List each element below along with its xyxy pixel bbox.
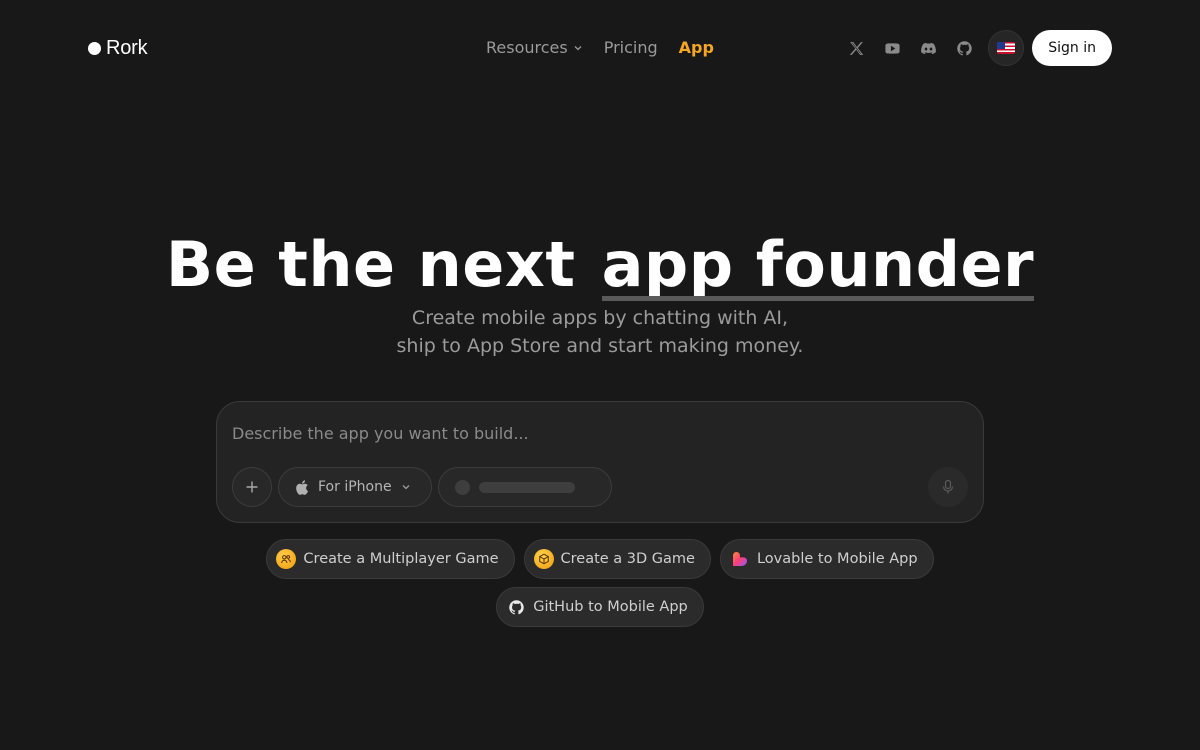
lovable-heart-icon [730,549,750,569]
hero-subtitle-line2: ship to App Store and start making money… [396,335,804,357]
main-nav: Resources Pricing App [486,38,714,57]
discord-icon [920,42,936,54]
prompt-input[interactable] [232,424,932,443]
github-icon [956,40,972,55]
microphone-button[interactable] [928,467,968,507]
suggestion-row-1: Create a Multiplayer Game Create a 3D Ga… [0,539,1200,579]
platform-label: For iPhone [318,479,392,495]
multiplayer-icon [276,549,297,569]
header-actions: Sign in [838,30,1112,66]
page: Rork Resources Pricing App Sign in Be th… [0,0,1200,750]
header: Rork Resources Pricing App Sign in [88,30,1112,66]
hero-title-highlight: app founder [601,228,1035,301]
youtube-link[interactable] [874,30,910,66]
language-selector[interactable] [988,30,1025,66]
logo-text: Rork [106,37,148,59]
platform-selector[interactable]: For iPhone [278,467,432,507]
hero-subtitle-line1: Create mobile apps by chatting with AI, [411,307,789,329]
hero-title: Be the next app founder [0,228,1200,301]
suggestion-github-to-mobile[interactable]: GitHub to Mobile App [496,587,704,627]
suggestion-label: Create a 3D Game [560,551,695,567]
logo-dot-icon [88,42,101,55]
suggestion-3d-game[interactable]: Create a 3D Game [523,539,711,579]
nav-resources[interactable]: Resources [486,38,583,57]
youtube-icon [885,42,900,54]
github-link[interactable] [946,30,982,66]
plus-icon [246,481,258,493]
suggestion-label: Create a Multiplayer Game [303,551,499,567]
suggestion-multiplayer-game[interactable]: Create a Multiplayer Game [266,539,515,579]
model-placeholder-bar [479,482,575,493]
suggestion-label: GitHub to Mobile App [533,599,688,615]
sign-in-button[interactable]: Sign in [1032,30,1112,66]
model-selector[interactable] [438,467,612,507]
suggestion-label: Lovable to Mobile App [756,551,918,567]
x-link[interactable] [838,30,874,66]
microphone-icon [942,479,954,494]
suggestion-lovable-to-mobile[interactable]: Lovable to Mobile App [719,539,934,579]
suggestion-row-2: GitHub to Mobile App [0,587,1200,627]
us-flag-icon [997,42,1016,54]
attach-button[interactable] [232,467,272,507]
chevron-down-icon [402,485,410,490]
github-icon [506,597,526,617]
cube-icon [533,549,554,569]
chevron-down-icon [574,45,582,50]
nav-resources-label: Resources [486,38,568,57]
nav-app[interactable]: App [679,38,714,57]
logo[interactable]: Rork [88,37,148,60]
hero-title-lead: Be the next [165,228,576,301]
model-placeholder-dot [455,480,470,495]
nav-pricing[interactable]: Pricing [604,38,658,57]
prompt-box: For iPhone [216,401,984,523]
apple-icon [296,479,309,495]
x-icon [849,41,863,55]
discord-link[interactable] [910,30,946,66]
